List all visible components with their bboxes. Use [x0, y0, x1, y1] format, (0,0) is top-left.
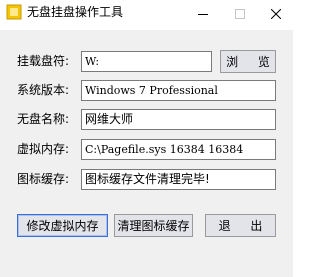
minimize-icon [198, 4, 208, 23]
client-area: 挂载盘符: W: 浏 览 系统版本: Windows 7 Professiona… [0, 30, 293, 277]
modify-virtual-memory-button[interactable]: 修改虚拟内存 [17, 214, 108, 237]
virtual-memory-label: 虚拟内存: [17, 142, 70, 156]
close-icon [270, 4, 282, 23]
icon-cache-field[interactable]: 图标缓存文件清理完毕! [81, 169, 276, 190]
browse-button[interactable]: 浏 览 [220, 50, 276, 73]
system-label: 系统版本: [17, 83, 70, 97]
system-field[interactable]: Windows 7 Professional [81, 80, 276, 101]
app-icon [6, 4, 22, 20]
virtual-memory-field[interactable]: C:\Pagefile.sys 16384 16384 [81, 139, 276, 160]
title-bar[interactable]: 无盘挂盘操作工具 [0, 0, 293, 30]
exit-button[interactable]: 退 出 [205, 214, 276, 237]
maximize-icon [235, 4, 245, 23]
window-title: 无盘挂盘操作工具 [27, 5, 124, 19]
icon-cache-label: 图标缓存: [17, 172, 70, 186]
maximize-button[interactable] [222, 0, 258, 26]
diskless-label: 无盘名称: [17, 112, 70, 126]
close-button[interactable] [258, 0, 294, 26]
drive-label: 挂载盘符: [17, 54, 70, 68]
clean-icon-cache-button[interactable]: 清理图标缓存 [114, 214, 193, 237]
diskless-field[interactable]: 网维大师 [81, 109, 276, 130]
drive-field[interactable]: W: [81, 51, 212, 72]
minimize-button[interactable] [185, 0, 221, 26]
main-window: 无盘挂盘操作工具 挂载盘符: W: 浏 览 系统版本: Windows 7 Pr… [0, 0, 293, 277]
